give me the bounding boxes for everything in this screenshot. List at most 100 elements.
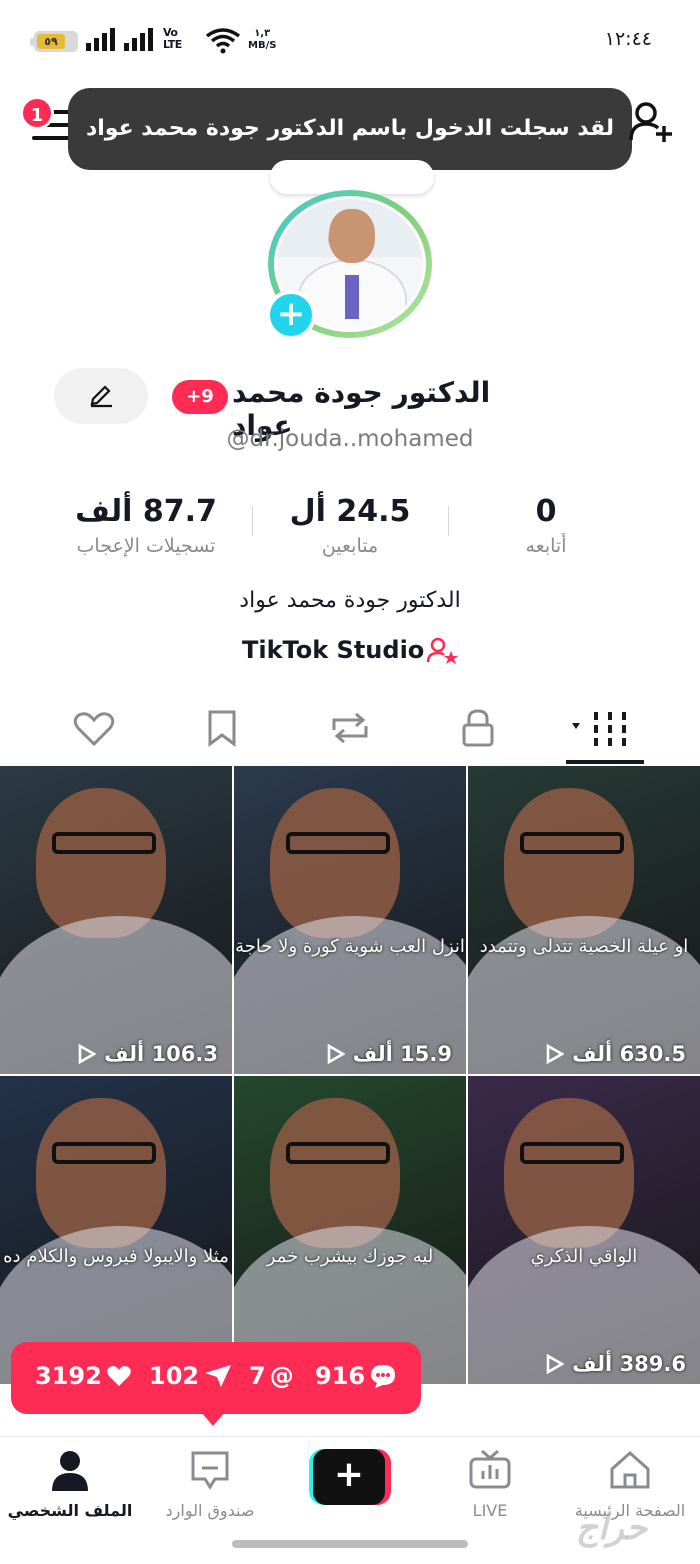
likes-tab-icon[interactable] [64, 708, 124, 748]
watermark-logo: ﺣﺮﺍﺝ [576, 1508, 648, 1548]
battery-level: ٥٩ [37, 34, 65, 49]
clock: ١٢:٤٤ [604, 28, 652, 50]
add-photo-button[interactable]: + [266, 290, 316, 340]
video-views: 630.5 ألف [546, 1042, 686, 1066]
inbox-icon [191, 1451, 229, 1490]
video-tile[interactable]: 106.3 ألف [0, 766, 232, 1074]
network-speed: ١,٣ MB/S [248, 28, 277, 51]
notification-badge: +9 [172, 380, 228, 414]
video-tile[interactable]: مثلا والايبولا فيروس والكلام ده [0, 1076, 232, 1384]
nav-profile-label: الملف الشخصي [7, 1501, 133, 1520]
stat-followers-value: 24.5 أل [289, 494, 411, 529]
home-icon [610, 1450, 650, 1489]
stat-likes-label: تسجيلات الإعجاب [76, 535, 216, 557]
stat-likes[interactable]: 87.7 ألف تسجيلات الإعجاب [46, 494, 246, 557]
video-thumbnail [504, 1098, 634, 1248]
video-tile[interactable]: الواقي الذكري 389.6 ألف [468, 1076, 700, 1384]
video-thumbnail [36, 788, 166, 938]
note-chip[interactable] [270, 160, 434, 194]
edit-profile-button[interactable] [54, 368, 148, 424]
at-icon: @ [269, 1362, 294, 1390]
network-type: Vo LTE [163, 26, 182, 51]
nav-inbox-label: صندوق الوارد [165, 1501, 255, 1520]
nav-inbox[interactable]: صندوق الوارد [140, 1449, 280, 1520]
video-tile[interactable]: ليه جوزك بيشرب خمر [234, 1076, 466, 1384]
live-tv-icon [469, 1449, 511, 1489]
profile-tabs [0, 700, 700, 766]
heart-icon [107, 1366, 131, 1386]
likes-count: 3192 [35, 1362, 132, 1390]
repost-tab-icon[interactable] [320, 708, 380, 748]
add-friend-icon[interactable] [628, 100, 674, 144]
shares-count-value: 102 [149, 1362, 200, 1390]
videos-grid-icon[interactable] [572, 708, 636, 748]
video-views-value: 15.9 ألف [352, 1042, 452, 1066]
stat-likes-value: 87.7 ألف [75, 494, 217, 529]
stat-following-value: 0 [535, 494, 557, 529]
stat-following-label: أتابعه [525, 535, 567, 557]
shares-count: 102 [149, 1362, 233, 1390]
video-thumbnail [504, 788, 634, 938]
stat-followers-label: متابعين [321, 535, 379, 557]
mentions-count-value: 7 [249, 1362, 266, 1390]
video-tile[interactable]: انزل العب شوية كورة ولا حاجة 15.9 ألف [234, 766, 466, 1074]
stat-following[interactable]: 0 أتابعه [446, 494, 646, 557]
video-thumbnail [270, 788, 400, 938]
create-button[interactable]: + [309, 1449, 391, 1505]
video-caption: ليه جوزك بيشرب خمر [266, 1246, 434, 1267]
likes-count-value: 3192 [35, 1362, 102, 1390]
username: @dr.jouda..mohamed [226, 426, 474, 452]
video-caption: او عيلة الخصية تتدلى وتتمدد [479, 936, 689, 957]
video-caption: انزل العب شوية كورة ولا حاجة [235, 936, 465, 957]
play-icon [78, 1044, 97, 1064]
video-caption: الواقي الذكري [530, 1246, 638, 1267]
signal-icon [86, 27, 115, 51]
login-toast: لقد سجلت الدخول باسم الدكتور جودة محمد ع… [68, 88, 632, 170]
mentions-count: 7 @ [249, 1362, 294, 1390]
play-icon [546, 1354, 565, 1374]
menu-badge: 1 [20, 96, 54, 130]
video-views-value: 389.6 ألف [572, 1352, 686, 1376]
video-views-value: 106.3 ألف [104, 1042, 218, 1066]
studio-label: TikTok Studio [242, 636, 425, 664]
video-thumbnail-detail [286, 832, 390, 854]
profile-icon [52, 1451, 88, 1491]
tiktok-studio-link[interactable]: TikTok Studio [240, 634, 470, 670]
play-icon [546, 1044, 565, 1064]
video-thumbnail-detail [52, 832, 156, 854]
video-views: 106.3 ألف [78, 1042, 218, 1066]
video-views: 389.6 ألف [546, 1352, 686, 1376]
play-icon [327, 1044, 345, 1064]
private-tab-icon[interactable] [448, 708, 508, 748]
wifi-icon [205, 28, 241, 54]
send-icon [205, 1365, 232, 1387]
pencil-icon [90, 385, 112, 408]
video-thumbnail [36, 1098, 166, 1248]
video-thumbnail [270, 1098, 400, 1248]
plus-icon: + [313, 1449, 385, 1505]
nav-profile[interactable]: الملف الشخصي [0, 1449, 140, 1520]
comment-icon [371, 1365, 396, 1388]
video-thumbnail-detail [286, 1142, 390, 1164]
favorites-tab-icon[interactable] [192, 708, 252, 748]
bio: الدكتور جودة محمد عواد [239, 588, 461, 613]
video-thumbnail-detail [520, 1142, 624, 1164]
video-views-value: 630.5 ألف [572, 1042, 686, 1066]
status-bar: ٥٩ Vo LTE ١,٣ MB/S ١٢:٤٤ [0, 0, 700, 80]
video-caption: مثلا والايبولا فيروس والكلام ده [3, 1246, 229, 1267]
home-indicator[interactable] [232, 1540, 468, 1548]
active-tab-indicator [566, 760, 644, 764]
battery-icon: ٥٩ [30, 31, 78, 52]
video-thumbnail-detail [520, 832, 624, 854]
studio-icon [426, 637, 458, 664]
video-tile[interactable]: او عيلة الخصية تتدلى وتتمدد 630.5 ألف [468, 766, 700, 1074]
interaction-summary[interactable]: 3192 102 7 @ 916 [11, 1342, 421, 1426]
nav-live-label: LIVE [472, 1501, 508, 1520]
comments-count: 916 [315, 1362, 397, 1390]
nav-live[interactable]: LIVE [420, 1449, 560, 1520]
comments-count-value: 916 [315, 1362, 366, 1390]
stat-followers[interactable]: 24.5 أل متابعين [250, 494, 450, 557]
video-views: 15.9 ألف [327, 1042, 452, 1066]
signal-icon-2 [124, 27, 153, 51]
video-thumbnail-detail [52, 1142, 156, 1164]
